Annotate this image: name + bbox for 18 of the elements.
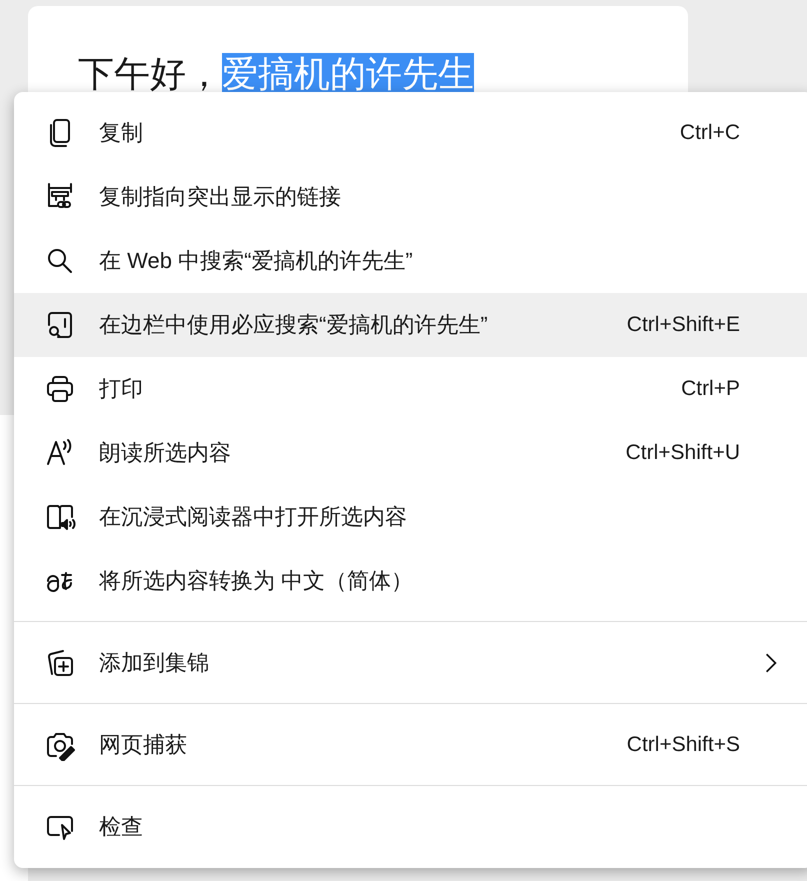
menu-item[interactable]: 添加到集锦	[14, 631, 807, 695]
menu-item[interactable]: 在边栏中使用必应搜索“爱搞机的许先生” Ctrl+Shift+E	[14, 293, 807, 357]
shortcut-text: Ctrl+Shift+E	[626, 313, 740, 337]
shortcut-text: Ctrl+Shift+U	[626, 441, 740, 465]
menu-item[interactable]: 复制 Ctrl+C	[14, 101, 807, 165]
menu-item[interactable]: 复制指向突出显示的链接	[14, 165, 807, 229]
menu-item[interactable]: 打印 Ctrl+P	[14, 357, 807, 421]
menu-item[interactable]: 将所选内容转换为 中文（简体）	[14, 549, 807, 613]
menu-item[interactable]: 在沉浸式阅读器中打开所选内容	[14, 485, 807, 549]
menu-item[interactable]: 检查	[14, 795, 807, 859]
chevron-right-icon	[764, 652, 778, 674]
menu-item[interactable]: 在 Web 中搜索“爱搞机的许先生”	[14, 229, 807, 293]
shortcut-text: Ctrl+C	[680, 121, 740, 145]
menu-item[interactable]: 朗读所选内容 Ctrl+Shift+U	[14, 421, 807, 485]
shortcut-text: Ctrl+Shift+S	[626, 733, 740, 757]
print-icon	[44, 373, 76, 405]
menu-item[interactable]: 网页捕获 Ctrl+Shift+S	[14, 713, 807, 777]
shortcut-text: Ctrl+P	[681, 377, 740, 401]
